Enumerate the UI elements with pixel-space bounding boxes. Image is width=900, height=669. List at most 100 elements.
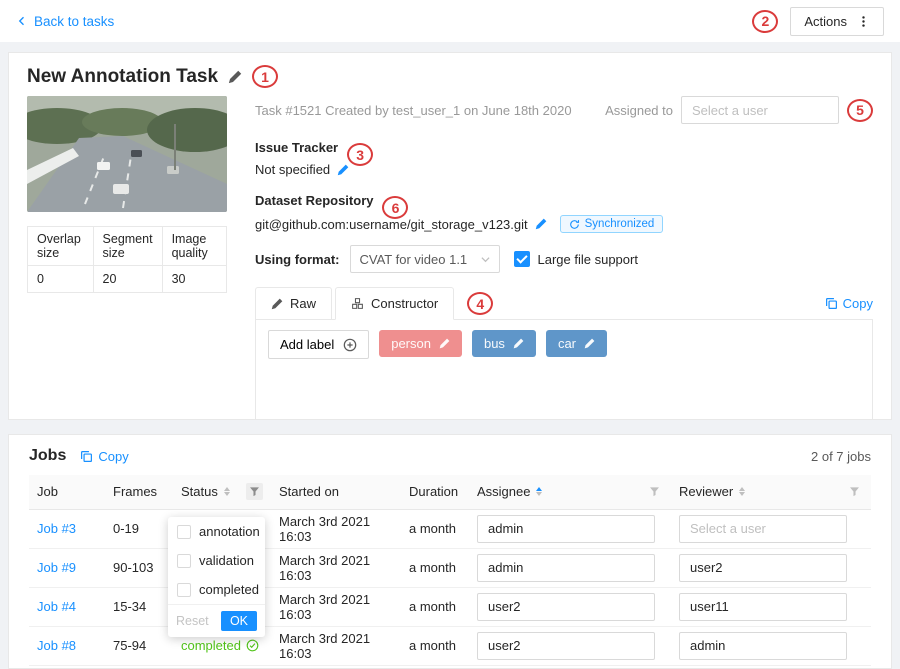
filter-option-validation[interactable]: validation xyxy=(168,546,265,575)
label-tag-bus[interactable]: bus xyxy=(472,330,536,357)
back-to-tasks-label: Back to tasks xyxy=(34,14,114,29)
labels-tabs: Raw Constructor 4 Copy xyxy=(255,287,873,420)
edit-label-icon[interactable] xyxy=(439,338,450,349)
col-frames: Frames xyxy=(105,475,173,509)
chevron-down-icon xyxy=(481,255,490,264)
filter-ok-button[interactable]: OK xyxy=(221,611,257,631)
status-filter-dropdown: annotation validation completed Reset OK xyxy=(168,517,265,637)
labels-copy-link[interactable]: Copy xyxy=(825,296,873,311)
label-tag-car[interactable]: car xyxy=(546,330,607,357)
chevron-left-icon xyxy=(16,15,28,27)
reviewer-input[interactable] xyxy=(679,593,847,621)
duration-cell: a month xyxy=(401,626,469,665)
format-select[interactable]: CVAT for video 1.1 xyxy=(350,245,500,273)
col-reviewer: Reviewer xyxy=(671,475,871,509)
assigned-to-group: Assigned to 5 xyxy=(605,96,873,124)
edit-repository-icon[interactable] xyxy=(535,218,547,230)
param-value-segment: 20 xyxy=(93,266,162,293)
add-label-button[interactable]: Add label xyxy=(268,330,369,359)
duration-cell: a month xyxy=(401,587,469,626)
table-row: Job #9 90-103 March 3rd 2021 16:03 a mon… xyxy=(29,548,871,587)
duration-cell: a month xyxy=(401,509,469,548)
actions-button[interactable]: Actions xyxy=(790,7,884,36)
col-assignee: Assignee xyxy=(469,475,671,509)
assignee-sorter[interactable] xyxy=(536,487,542,496)
synchronized-label: Synchronized xyxy=(585,218,655,230)
back-to-tasks-link[interactable]: Back to tasks xyxy=(16,14,114,29)
issue-tracker-section: Issue Tracker 3 Not specified xyxy=(255,136,873,177)
edit-label-icon[interactable] xyxy=(513,338,524,349)
task-details-card: New Annotation Task 1 xyxy=(8,52,892,420)
edit-label-icon[interactable] xyxy=(584,338,595,349)
started-cell: March 3rd 2021 16:03 xyxy=(271,587,401,626)
reviewer-input[interactable] xyxy=(679,632,847,660)
tab-raw[interactable]: Raw xyxy=(255,287,332,320)
jobs-count: 2 of 7 jobs xyxy=(811,449,871,464)
label-tag-person[interactable]: person xyxy=(379,330,462,357)
status-filter-icon[interactable] xyxy=(246,483,263,500)
job-link[interactable]: Job #4 xyxy=(37,599,76,614)
reviewer-sorter[interactable] xyxy=(739,487,745,496)
jobs-card: Jobs Copy 2 of 7 jobs Job Frames Status xyxy=(8,434,892,669)
issue-tracker-heading-row: Issue Tracker 3 xyxy=(255,136,873,159)
job-link[interactable]: Job #3 xyxy=(37,521,76,536)
dataset-repository-value-row: git@github.com:username/git_storage_v123… xyxy=(255,215,873,233)
filter-option-completed[interactable]: completed xyxy=(168,575,265,604)
reviewer-input[interactable] xyxy=(679,515,847,543)
task-preview-image xyxy=(27,96,227,212)
constructor-blocks-icon xyxy=(351,297,364,310)
started-cell: March 3rd 2021 16:03 xyxy=(271,548,401,587)
edit-task-name-icon[interactable] xyxy=(228,70,242,84)
col-duration: Duration xyxy=(401,475,469,509)
label-tag-bus-name: bus xyxy=(484,336,505,351)
page-title: New Annotation Task xyxy=(27,66,218,88)
task-body: Overlap size Segment size Image quality … xyxy=(27,96,873,420)
completed-checkbox[interactable] xyxy=(177,583,191,597)
frames-cell: 90-103 xyxy=(105,548,173,587)
large-file-support-group: Large file support xyxy=(514,251,638,267)
validation-checkbox[interactable] xyxy=(177,554,191,568)
filter-reset-button[interactable]: Reset xyxy=(176,614,209,628)
label-constructor-panel: Add label person bus xyxy=(255,319,873,420)
table-row: Job #3 0-19 March 3rd 2021 16:03 a month xyxy=(29,509,871,548)
assignee-filter-icon[interactable] xyxy=(646,483,663,500)
assignee-input[interactable] xyxy=(477,632,655,660)
jobs-table-header: Job Frames Status Started on Duration xyxy=(29,475,871,509)
filter-option-completed-label: completed xyxy=(199,582,259,597)
frames-cell: 75-94 xyxy=(105,626,173,665)
task-meta-text: Task #1521 Created by test_user_1 on Jun… xyxy=(255,103,572,118)
assignee-input[interactable] xyxy=(477,593,655,621)
jobs-copy-label: Copy xyxy=(98,449,128,464)
annotation-circle-3: 3 xyxy=(347,143,373,166)
status-sorter[interactable] xyxy=(224,487,230,496)
check-circle-icon xyxy=(246,639,259,652)
assignee-input[interactable] xyxy=(477,515,655,543)
sync-icon xyxy=(569,219,580,230)
assigned-to-label: Assigned to xyxy=(605,103,673,118)
col-job: Job xyxy=(29,475,105,509)
synchronized-badge[interactable]: Synchronized xyxy=(560,215,664,233)
task-assignee-input[interactable] xyxy=(681,96,839,124)
annotation-checkbox[interactable] xyxy=(177,525,191,539)
job-link[interactable]: Job #9 xyxy=(37,560,76,575)
edit-issue-tracker-icon[interactable] xyxy=(337,164,349,176)
jobs-copy-link[interactable]: Copy xyxy=(80,449,128,464)
more-vertical-icon xyxy=(857,15,870,28)
param-value-quality: 30 xyxy=(162,266,226,293)
format-select-value: CVAT for video 1.1 xyxy=(360,252,468,267)
large-file-support-checkbox[interactable] xyxy=(514,251,530,267)
jobs-title: Jobs xyxy=(29,447,66,465)
reviewer-filter-icon[interactable] xyxy=(846,483,863,500)
assignee-input[interactable] xyxy=(477,554,655,582)
tab-constructor[interactable]: Constructor xyxy=(335,287,454,320)
tab-raw-label: Raw xyxy=(290,296,316,311)
issue-tracker-value: Not specified xyxy=(255,162,330,177)
tab-constructor-label: Constructor xyxy=(371,296,438,311)
filter-option-annotation[interactable]: annotation xyxy=(168,517,265,546)
task-left-column: Overlap size Segment size Image quality … xyxy=(27,96,227,420)
table-row: Job #4 15-34 March 3rd 2021 16:03 a mont… xyxy=(29,587,871,626)
reviewer-input[interactable] xyxy=(679,554,847,582)
job-link[interactable]: Job #8 xyxy=(37,638,76,653)
annotation-circle-4: 4 xyxy=(467,292,493,315)
dataset-repository-label: Dataset Repository xyxy=(255,193,373,208)
